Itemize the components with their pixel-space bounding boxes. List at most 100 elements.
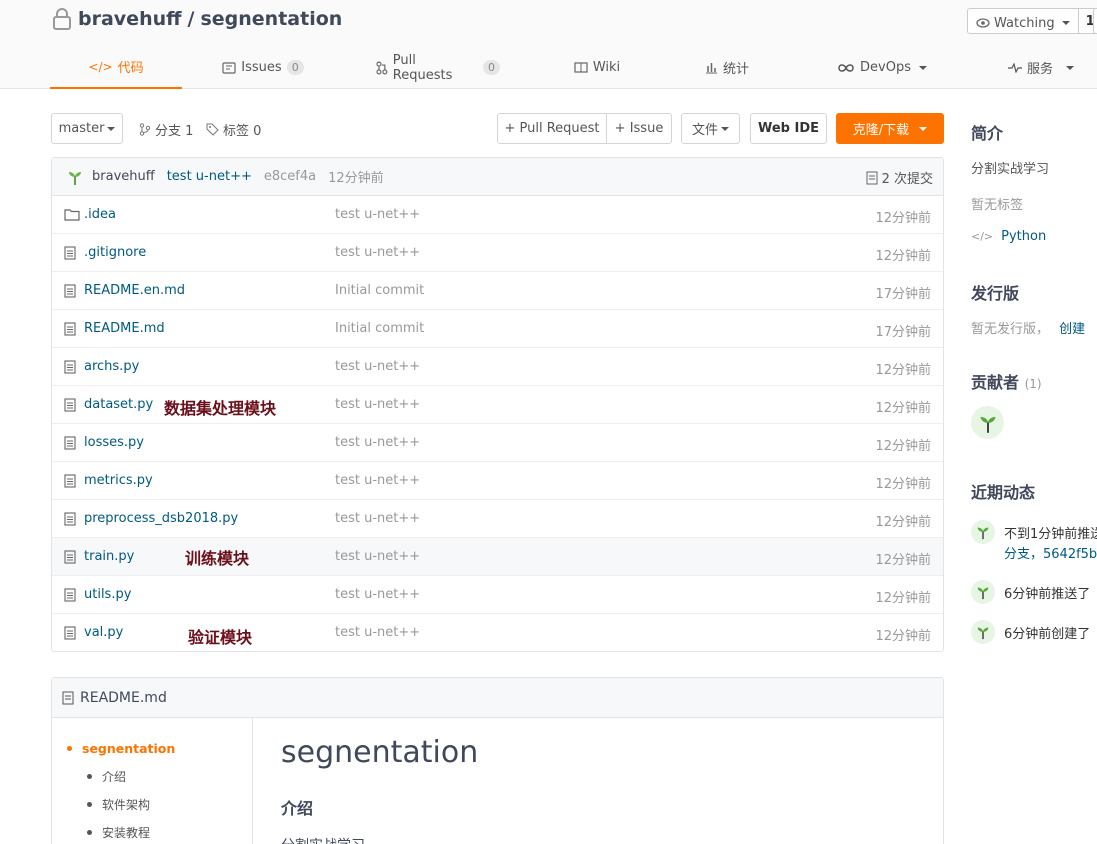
toc-item[interactable]: 介绍 [87, 768, 126, 785]
commit-time: 12分钟前 [328, 171, 384, 186]
file-commit-message-link[interactable]: Initial commit [335, 283, 424, 298]
annotation-val: 验证模块 [188, 628, 253, 647]
branches-link[interactable]: 分支 1 [139, 120, 193, 139]
files-dropdown-label: 文件 [691, 123, 718, 138]
commit-count-label: 2 次提交 [881, 172, 933, 187]
file-name-link[interactable]: .idea [84, 207, 116, 222]
file-commit-time: 12分钟前 [875, 629, 931, 644]
tab-pull-requests[interactable]: Pull Requests 0 [376, 46, 500, 89]
tab-devops[interactable]: DevOps [836, 46, 928, 89]
activity-avatar[interactable] [971, 580, 995, 604]
file-commit-message-link[interactable]: test u-net++ [335, 359, 420, 374]
activity-avatar[interactable] [971, 620, 995, 644]
file-commit-message-link[interactable]: test u-net++ [335, 397, 420, 412]
language-link[interactable]: Python [1001, 229, 1046, 244]
file-icon [64, 626, 76, 644]
issues-count-badge: 0 [286, 60, 304, 75]
activity-item: 不到1分钟前推送了 [1004, 527, 1097, 542]
file-row[interactable]: .idea test u-net++ 12分钟前 [52, 196, 943, 234]
file-commit-message-link[interactable]: test u-net++ [335, 207, 420, 222]
clone-download-button[interactable]: 克隆/下载 [836, 113, 944, 144]
readme-filename[interactable]: README.md [80, 690, 167, 706]
file-name-link[interactable]: train.py [84, 549, 134, 564]
create-release-link[interactable]: 创建 [1059, 322, 1085, 337]
pull-request-icon [376, 61, 388, 74]
file-name-link[interactable]: utils.py [84, 587, 131, 602]
star-button[interactable] [1093, 8, 1097, 34]
readme-header: README.md [52, 678, 943, 718]
file-row[interactable]: archs.py test u-net++ 12分钟前 [52, 348, 943, 386]
new-pull-request-button[interactable]: + Pull Request [497, 113, 607, 144]
file-name-link[interactable]: preprocess_dsb2018.py [84, 511, 238, 526]
new-issue-button[interactable]: + Issue [606, 113, 672, 144]
watch-label: Watching [994, 15, 1055, 31]
file-row[interactable]: val.py test u-net++ 12分钟前 [52, 614, 943, 652]
file-row[interactable]: README.md Initial commit 17分钟前 [52, 310, 943, 348]
tab-stats[interactable]: 统计 [702, 46, 752, 89]
file-icon [62, 691, 74, 704]
tab-wiki-label: Wiki [592, 60, 621, 75]
tab-issues[interactable]: Issues 0 [220, 46, 306, 89]
repo-header: bravehuff / segnentation Watching 1 </> … [0, 0, 1097, 89]
web-ide-button[interactable]: Web IDE [750, 113, 827, 144]
commit-sha-link[interactable]: e8cef4a [264, 169, 316, 184]
file-commit-message-link[interactable]: test u-net++ [335, 245, 420, 260]
file-commit-message-link[interactable]: test u-net++ [335, 549, 420, 564]
commit-count-link[interactable]: 2 次提交 [866, 168, 933, 187]
activity-item: 6分钟前推送了 [1004, 587, 1091, 602]
file-commit-message-link[interactable]: Initial commit [335, 321, 424, 336]
tab-service[interactable]: 服务 [1006, 46, 1076, 89]
file-commit-time: 17分钟前 [875, 325, 931, 340]
commit-author-link[interactable]: bravehuff [92, 169, 155, 184]
seedling-avatar-icon[interactable] [66, 168, 84, 186]
file-name-link[interactable]: metrics.py [84, 473, 153, 488]
file-row[interactable]: losses.py test u-net++ 12分钟前 [52, 424, 943, 462]
tab-code[interactable]: </> 代码 [50, 46, 182, 89]
files-dropdown[interactable]: 文件 [681, 113, 740, 144]
file-name-link[interactable]: val.py [84, 625, 123, 640]
file-name-link[interactable]: archs.py [84, 359, 139, 374]
chevron-down-icon [919, 126, 928, 131]
tab-wiki[interactable]: Wiki [572, 46, 622, 89]
file-commit-message-link[interactable]: test u-net++ [335, 587, 420, 602]
commit-message-link[interactable]: test u-net++ [167, 169, 252, 184]
file-row[interactable]: README.en.md Initial commit 17分钟前 [52, 272, 943, 310]
toc-item[interactable]: 软件架构 [87, 796, 150, 813]
toc-item[interactable]: segnentation [67, 741, 175, 756]
new-issue-label: + Issue [614, 121, 664, 136]
sidebar-release-title: 发行版 [971, 284, 1020, 303]
tab-code-label: 代码 [117, 61, 144, 76]
file-name-link[interactable]: README.md [84, 321, 165, 336]
commits-icon [866, 171, 878, 184]
activity-item: 6分钟前创建了 [1004, 627, 1091, 642]
code-icon: </> [971, 230, 994, 243]
file-icon [64, 398, 76, 416]
sidebar-language[interactable]: </> Python [971, 229, 1046, 244]
file-name-link[interactable]: README.en.md [84, 283, 185, 298]
repo-owner-link[interactable]: bravehuff [78, 8, 182, 30]
watch-button[interactable]: Watching 1 [967, 8, 1097, 34]
file-row[interactable]: metrics.py test u-net++ 12分钟前 [52, 462, 943, 500]
file-icon [64, 474, 76, 492]
file-commit-message-link[interactable]: test u-net++ [335, 473, 420, 488]
readme-toc: segnentation 介绍 软件架构 安装教程 [52, 718, 253, 844]
file-row[interactable]: .gitignore test u-net++ 12分钟前 [52, 234, 943, 272]
contributor-avatar[interactable] [971, 406, 1004, 439]
readme-panel: README.md segnentation 介绍 软件架构 安装教程 segn… [51, 677, 944, 844]
repo-name-link[interactable]: segnentation [200, 8, 342, 30]
file-icon [64, 588, 76, 606]
file-row[interactable]: utils.py test u-net++ 12分钟前 [52, 576, 943, 614]
file-name-link[interactable]: losses.py [84, 435, 144, 450]
branch-select[interactable]: master [51, 113, 123, 144]
file-name-link[interactable]: .gitignore [84, 245, 146, 260]
file-row[interactable]: preprocess_dsb2018.py test u-net++ 12分钟前 [52, 500, 943, 538]
file-name-link[interactable]: dataset.py [84, 397, 153, 412]
toc-item[interactable]: 安装教程 [87, 824, 150, 841]
file-commit-message-link[interactable]: test u-net++ [335, 511, 420, 526]
file-commit-message-link[interactable]: test u-net++ [335, 435, 420, 450]
sidebar-release-text: 暂无发行版， 创建 [971, 318, 1085, 337]
issues-icon [222, 61, 236, 74]
file-commit-message-link[interactable]: test u-net++ [335, 625, 420, 640]
tags-link[interactable]: 标签 0 [206, 120, 261, 139]
activity-avatar[interactable] [971, 520, 995, 544]
